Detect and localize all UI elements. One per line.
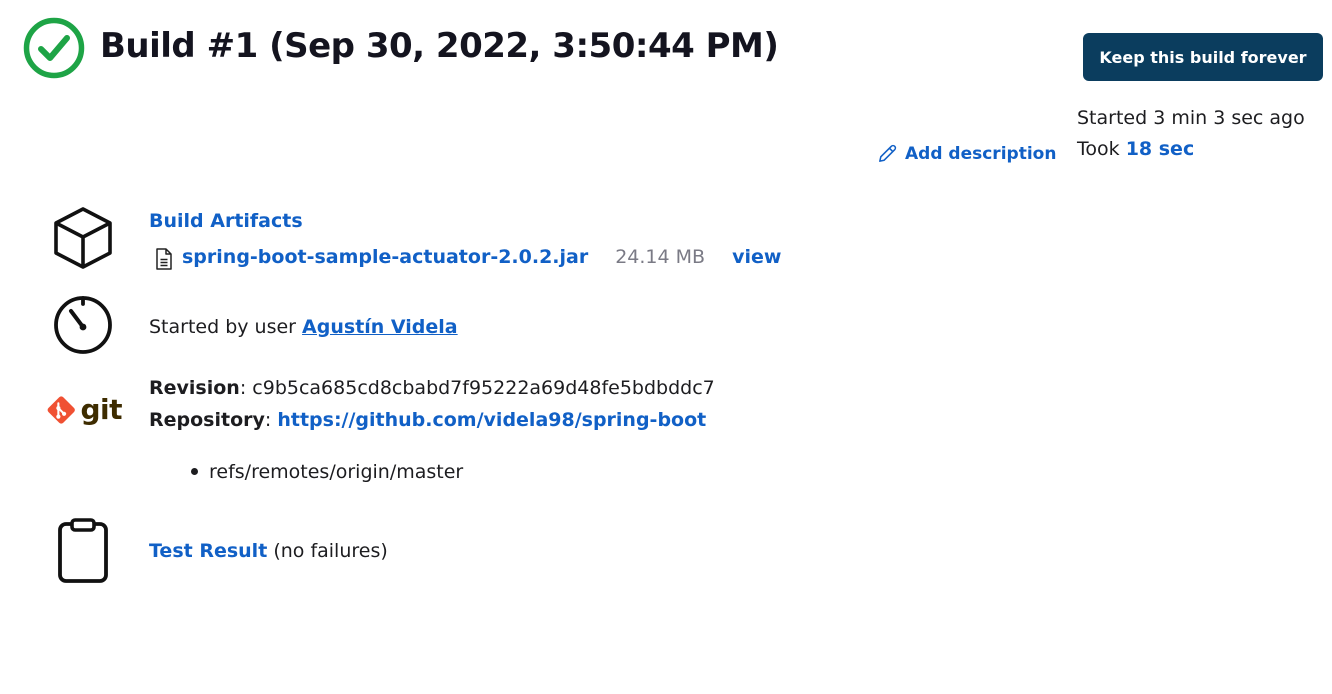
test-result-link[interactable]: Test Result [149, 540, 267, 562]
artifact-file-link[interactable]: spring-boot-sample-actuator-2.0.2.jar [182, 246, 588, 268]
cause-prefix: Started by user [149, 316, 296, 338]
branch-item: refs/remotes/origin/master [209, 461, 464, 483]
artifact-view-link[interactable]: view [732, 246, 781, 268]
branch-list: refs/remotes/origin/master [209, 461, 463, 483]
git-logo-icon: git [46, 390, 122, 430]
user-link[interactable]: Agustín Videla [302, 316, 458, 338]
build-duration: Took 18 sec [1077, 138, 1194, 160]
git-diamond-icon [47, 396, 75, 424]
repository-link[interactable]: https://github.com/videla98/spring-boot [277, 409, 706, 431]
package-box-icon [54, 207, 112, 269]
revision-label: Revision [149, 377, 240, 399]
repository-label: Repository [149, 409, 265, 431]
took-label: Took [1077, 138, 1120, 160]
revision-hash: c9b5ca685cd8cbabd7f95222a69d48fe5bdbddc7 [252, 377, 715, 399]
test-summary: (no failures) [273, 540, 388, 562]
keep-forever-button[interactable]: Keep this build forever [1083, 33, 1323, 81]
add-description-link[interactable]: Add description [876, 142, 1056, 165]
started-time: Started 3 min 3 sec ago [1077, 107, 1305, 129]
pencil-icon [879, 144, 897, 162]
build-page: Build #1 (Sep 30, 2022, 3:50:44 PM) Keep… [0, 0, 1332, 694]
artifact-item: spring-boot-sample-actuator-2.0.2.jar 24… [153, 243, 781, 271]
check-circle-icon [23, 17, 85, 79]
add-description-label: Add description [905, 143, 1057, 164]
revision-line: Revision: c9b5ca685cd8cbabd7f95222a69d48… [149, 377, 715, 399]
artifact-size: 24.14 MB [615, 246, 706, 268]
build-cause: Started by user Agustín Videla [149, 316, 458, 338]
clipboard-icon [58, 518, 108, 583]
duration-link[interactable]: 18 sec [1126, 138, 1195, 160]
timer-icon [54, 296, 112, 354]
test-result: Test Result (no failures) [149, 540, 388, 562]
file-icon [156, 248, 172, 270]
page-title: Build #1 (Sep 30, 2022, 3:50:44 PM) [100, 26, 779, 66]
git-wordmark: git [80, 393, 122, 426]
repository-line: Repository: https://github.com/videla98/… [149, 409, 707, 431]
build-artifacts-link[interactable]: Build Artifacts [149, 210, 303, 232]
